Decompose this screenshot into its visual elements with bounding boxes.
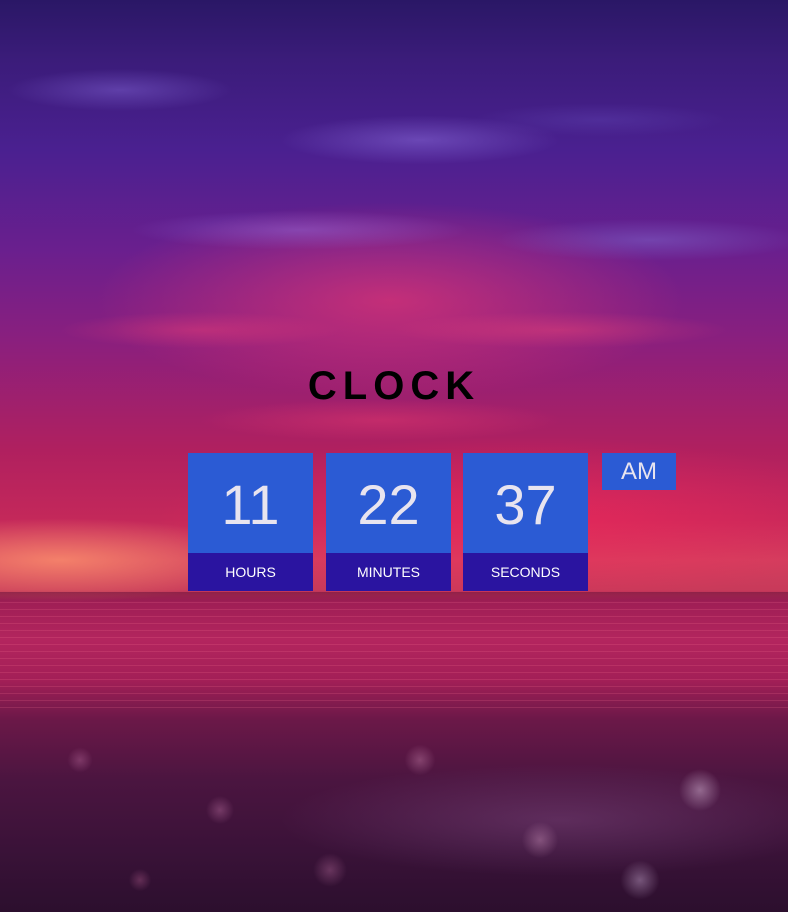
seconds-tile: 37 Seconds [463,453,588,591]
minutes-label: Minutes [326,553,451,591]
horizon [0,592,788,602]
hours-value: 11 [188,453,313,553]
hours-label: Hours [188,553,313,591]
minutes-tile: 22 Minutes [326,453,451,591]
hours-tile: 11 Hours [188,453,313,591]
am-pm-badge: AM [602,453,676,490]
seconds-label: Seconds [463,553,588,591]
sea-waves [0,602,788,712]
seconds-value: 37 [463,453,588,553]
rocky-shore [0,700,788,912]
clock-display: 11 Hours 22 Minutes 37 Seconds AM [188,453,688,591]
minutes-value: 22 [326,453,451,553]
page-title: CLOCK [307,364,481,408]
